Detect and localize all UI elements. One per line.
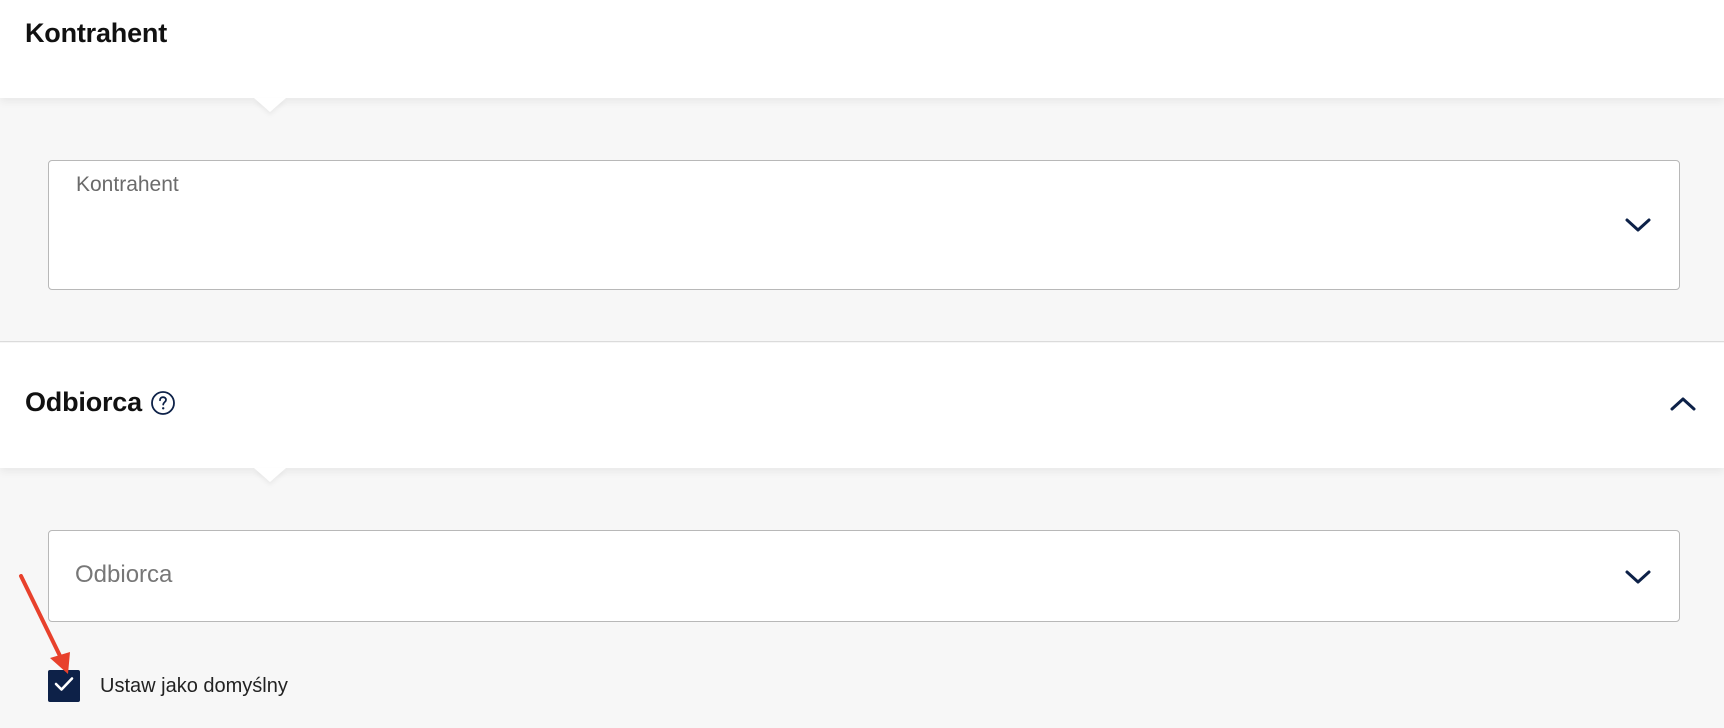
annotation-arrow-icon — [19, 574, 70, 674]
section-divider — [0, 341, 1724, 342]
chevron-down-icon[interactable] — [1623, 210, 1653, 240]
odbiorca-select[interactable]: Odbiorca — [48, 530, 1680, 622]
odbiorca-select-placeholder: Odbiorca — [75, 561, 173, 588]
kontrahent-select-label: Kontrahent — [76, 173, 179, 196]
kontrahent-select[interactable]: Kontrahent — [48, 160, 1680, 290]
section-title-kontrahent: Kontrahent — [25, 18, 167, 48]
default-checkbox-label[interactable]: Ustaw jako domyślny — [100, 675, 288, 698]
section-header-kontrahent: Kontrahent — [0, 0, 1724, 112]
section-title-odbiorca-text: Odbiorca — [25, 387, 142, 417]
help-circle-icon[interactable] — [150, 390, 176, 416]
section-header-odbiorca: Odbiorca — [0, 343, 1724, 482]
collapse-button[interactable] — [1668, 391, 1698, 421]
section-title-odbiorca: Odbiorca — [25, 387, 176, 418]
chevron-up-icon — [1669, 395, 1697, 418]
default-checkbox-row: Ustaw jako domyślny — [48, 670, 288, 702]
chevron-down-icon[interactable] — [1623, 562, 1653, 592]
header-pointer — [254, 98, 286, 112]
header-pointer — [254, 468, 286, 482]
